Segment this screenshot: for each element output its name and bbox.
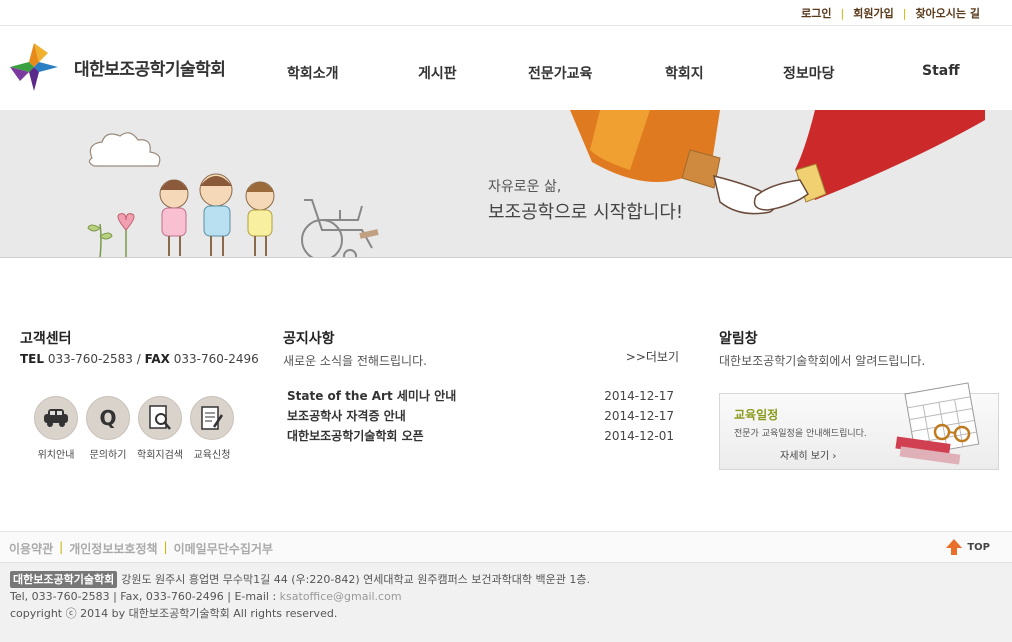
- top-label: TOP: [967, 541, 990, 553]
- notice-item-date: 2014-12-17: [604, 389, 674, 403]
- footer-policy-links: 이용약관 | 개인정보보호정책 | 이메일무단수집거부: [9, 540, 273, 557]
- alert-section: 알림창 대한보조공학기술학회에서 알려드립니다.: [719, 328, 925, 369]
- icon-label: 위치안내: [37, 450, 75, 461]
- banner-slogan-line2: 보조공학으로 시작합니다!: [488, 202, 684, 223]
- notice-item-title[interactable]: 보조공학사 자격증 안내: [287, 406, 406, 426]
- footer-copyright: copyright ⓒ 2014 by 대한보조공학기술학회 All right…: [10, 607, 338, 620]
- nav-board[interactable]: 게시판: [418, 63, 457, 83]
- main-banner: 자유로운 삶, 보조공학으로 시작합니다!: [0, 110, 1012, 258]
- nav-about[interactable]: 학회소개: [287, 63, 339, 83]
- search-doc-icon: [138, 396, 182, 440]
- tel-number: 033-760-2583: [47, 352, 133, 366]
- signup-link[interactable]: 회원가입: [853, 5, 893, 21]
- customer-contact: TEL 033-760-2583 / FAX 033-760-2496: [20, 352, 259, 366]
- nav-info[interactable]: 정보마당: [783, 63, 835, 83]
- notice-subtitle: 새로운 소식을 전해드립니다.: [283, 354, 427, 368]
- logo-icon: [10, 43, 58, 91]
- terms-link[interactable]: 이용약관: [9, 540, 53, 557]
- edu-card-title: 교육일정: [734, 408, 779, 422]
- separator: |: [902, 6, 907, 20]
- header: 대한보조공학기술학회 학회소개 게시판 전문가교육 학회지 정보마당 Staff: [0, 26, 1012, 110]
- login-link[interactable]: 로그인: [801, 5, 831, 21]
- quick-location[interactable]: 위치안내: [30, 396, 82, 461]
- notice-item-date: 2014-12-01: [604, 429, 674, 443]
- edu-card-more-link[interactable]: 자세히 보기 ›: [780, 447, 836, 462]
- icon-label: 교육신청: [193, 450, 231, 461]
- car-icon: [34, 396, 78, 440]
- logo[interactable]: 대한보조공학기술학회: [8, 41, 226, 93]
- application-icon: [190, 396, 234, 440]
- chevron-right-icon: ›: [832, 451, 837, 462]
- icon-label: 학회지검색: [137, 450, 183, 461]
- top-bar: 로그인 | 회원가입 | 찾아오시는 길: [0, 0, 1012, 26]
- separator: /: [136, 352, 141, 366]
- footer-badge: 대한보조공학기술학회: [10, 571, 118, 588]
- notice-more-link[interactable]: >>더보기: [626, 348, 679, 365]
- nav-journal[interactable]: 학회지: [665, 63, 704, 83]
- footer-email[interactable]: ksatoffice@gmail.com: [280, 590, 402, 603]
- list-item[interactable]: 대한보조공학기술학회 오픈 2014-12-01: [287, 426, 679, 446]
- footer-contact-line: Tel, 033-760-2583 | Fax, 033-760-2496 | …: [10, 588, 1012, 605]
- fax-label: FAX: [144, 352, 170, 366]
- quick-journal-search[interactable]: 학회지검색: [134, 396, 186, 461]
- nav-education[interactable]: 전문가교육: [528, 63, 592, 83]
- notice-item-title[interactable]: State of the Art 세미나 안내: [287, 386, 456, 406]
- notice-section: 공지사항 새로운 소식을 전해드립니다. >>더보기 State of the …: [283, 328, 679, 446]
- logo-text: 대한보조공학기술학회: [74, 59, 226, 80]
- customer-center-title: 고객센터: [20, 331, 72, 347]
- notice-item-title[interactable]: 대한보조공학기술학회 오픈: [287, 426, 424, 446]
- list-item[interactable]: 보조공학사 자격증 안내 2014-12-17: [287, 406, 679, 426]
- separator: |: [163, 540, 168, 554]
- footer-contact: Tel, 033-760-2583 | Fax, 033-760-2496 | …: [10, 590, 277, 603]
- customer-center: 고객센터 TEL 033-760-2583 / FAX 033-760-2496: [20, 328, 259, 366]
- separator: |: [59, 540, 64, 554]
- edu-card-desc: 전문가 교육일정을 안내해드립니다.: [734, 429, 867, 439]
- nav-staff[interactable]: Staff: [922, 63, 960, 79]
- tel-label: TEL: [20, 352, 45, 366]
- top-button[interactable]: TOP: [945, 538, 990, 556]
- q-icon: Q: [86, 396, 130, 440]
- notice-title: 공지사항: [283, 331, 335, 347]
- footer-address: 강원도 원주시 흥업면 무수막1길 44 (우:220-842) 연세대학교 원…: [121, 573, 590, 586]
- edu-card-more-label: 자세히 보기: [780, 451, 830, 462]
- quick-edu-apply[interactable]: 교육신청: [186, 396, 238, 461]
- arrow-up-icon: [946, 539, 963, 555]
- footer: 대한보조공학기술학회 강원도 원주시 흥업면 무수막1길 44 (우:220-84…: [0, 563, 1012, 642]
- directions-link[interactable]: 찾아오시는 길: [915, 5, 980, 21]
- alert-title: 알림창: [719, 331, 758, 347]
- alert-subtitle: 대한보조공학기술학회에서 알려드립니다.: [719, 354, 926, 368]
- calendar-icon: [895, 382, 980, 465]
- quick-icons: 위치안내 Q 문의하기 학회지검색 교육신청: [30, 396, 238, 461]
- footer-links: 이용약관 | 개인정보보호정책 | 이메일무단수집거부 TOP: [0, 531, 1012, 563]
- privacy-link[interactable]: 개인정보보호정책: [69, 540, 157, 557]
- footer-address-line: 대한보조공학기술학회 강원도 원주시 흥업면 무수막1길 44 (우:220-84…: [10, 571, 1012, 588]
- banner-slogan-line1: 자유로운 삶,: [488, 179, 562, 195]
- edu-schedule-card[interactable]: 교육일정 전문가 교육일정을 안내해드립니다. 자세히 보기 ›: [719, 382, 999, 470]
- separator: |: [840, 6, 845, 20]
- fax-number: 033-760-2496: [173, 352, 259, 366]
- list-item[interactable]: State of the Art 세미나 안내 2014-12-17: [287, 386, 679, 406]
- icon-label: 문의하기: [89, 450, 127, 461]
- notice-list: State of the Art 세미나 안내 2014-12-17 보조공학사 …: [283, 386, 679, 446]
- top-links: 로그인 | 회원가입 | 찾아오시는 길: [801, 5, 980, 21]
- email-refusal-link[interactable]: 이메일무단수집거부: [174, 540, 273, 557]
- notice-item-date: 2014-12-17: [604, 409, 674, 423]
- quick-inquiry[interactable]: Q 문의하기: [82, 396, 134, 461]
